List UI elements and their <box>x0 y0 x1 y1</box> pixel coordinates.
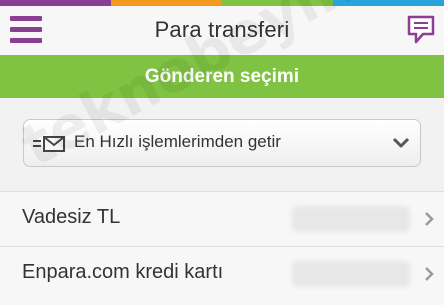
account-row-vadesiz-tl[interactable]: Vadesiz TL <box>0 191 444 246</box>
account-balance-blurred <box>292 261 410 287</box>
chat-bubble-icon <box>407 15 435 44</box>
account-name: Enpara.com kredi kartı <box>22 261 224 283</box>
account-row-credit-card[interactable]: Enpara.com kredi kartı <box>0 246 444 301</box>
page-title: Para transferi <box>154 17 290 42</box>
app-screen: Para transferi Gönderen seçimi En Hızlı … <box>0 0 444 305</box>
chevron-right-icon <box>425 267 434 281</box>
chat-button[interactable] <box>406 14 436 46</box>
dropdown-label: En Hızlı işlemlerimden getir <box>74 132 281 151</box>
chevron-down-icon <box>392 137 410 148</box>
account-name: Vadesiz TL <box>22 206 121 228</box>
account-list: Vadesiz TL Enpara.com kredi kartı <box>0 191 444 305</box>
quick-transactions-dropdown[interactable]: En Hızlı işlemlerimden getir <box>23 119 421 167</box>
selector-area: En Hızlı işlemlerimden getir <box>0 98 444 191</box>
top-bar: Para transferi <box>0 6 444 56</box>
chevron-right-icon <box>425 212 434 226</box>
fast-transfer-envelope-icon <box>33 136 65 152</box>
section-title: Gönderen seçimi <box>144 66 300 87</box>
account-balance-blurred <box>292 206 410 232</box>
section-title-bar: Gönderen seçimi <box>0 55 444 98</box>
